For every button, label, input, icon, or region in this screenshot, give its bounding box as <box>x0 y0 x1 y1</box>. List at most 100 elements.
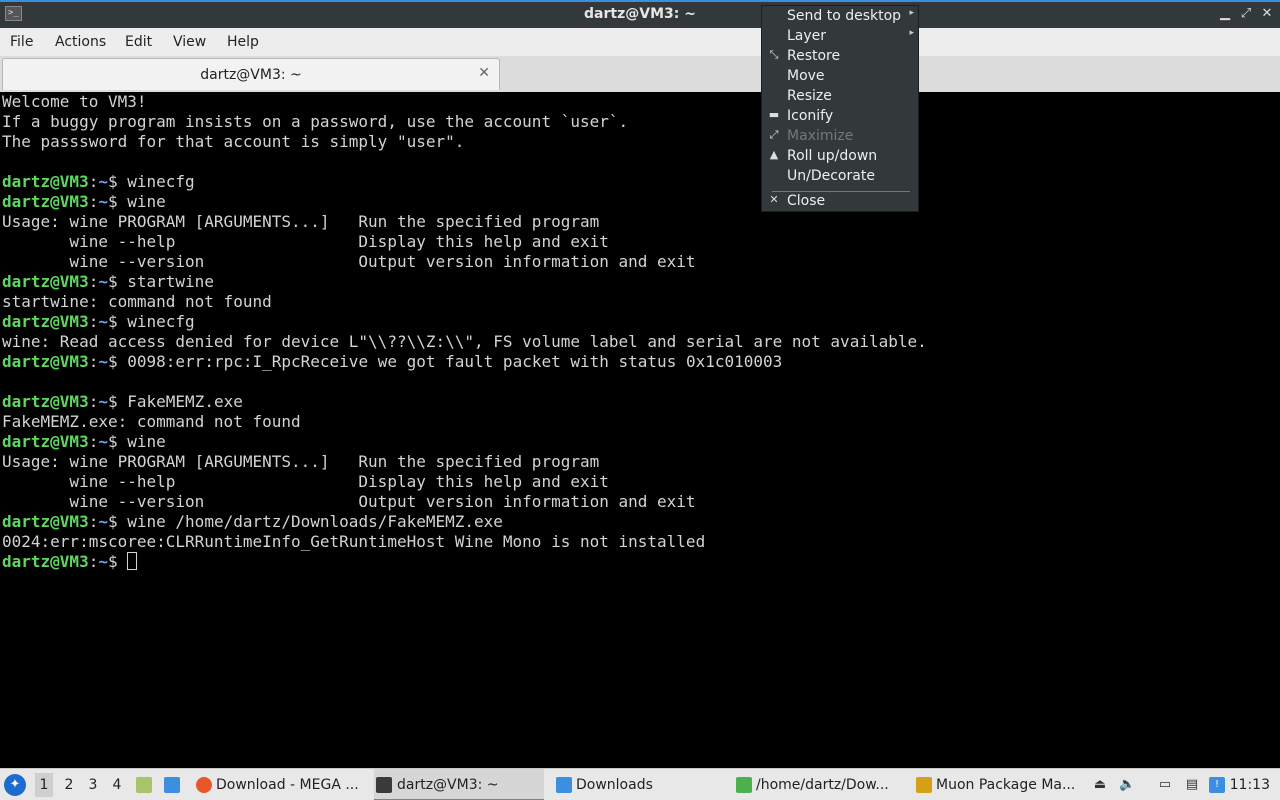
task-firefox[interactable]: Download - MEGA ... <box>196 769 364 800</box>
close-icon: ✕ <box>769 193 779 206</box>
prompt-separator: : <box>88 512 99 531</box>
prompt-separator: : <box>88 312 99 331</box>
prompt-path: ~ <box>98 192 108 211</box>
menu-help[interactable]: Help <box>227 34 259 50</box>
prompt-path: ~ <box>98 272 108 291</box>
prompt-symbol: $ <box>107 392 128 411</box>
output-text: wine --version Output version informatio… <box>2 252 696 271</box>
command-text: FakeMEMZ.exe <box>127 392 243 411</box>
taskbar: ✦ 1 2 3 4 Download - MEGA ... dartz@VM3:… <box>0 768 1280 800</box>
prompt-path: ~ <box>98 352 108 371</box>
prompt-user: dartz@VM3 <box>2 192 89 211</box>
menu-item-label: Layer <box>787 28 827 44</box>
menu-item-label: Restore <box>787 48 841 64</box>
tab-terminal[interactable]: dartz@VM3: ~ ✕ <box>2 58 500 90</box>
minimize-button[interactable]: ▁ <box>1216 5 1234 23</box>
prompt-symbol: $ <box>107 432 128 451</box>
tab-bar: dartz@VM3: ~ ✕ <box>0 56 1280 92</box>
prompt-separator: : <box>88 172 99 191</box>
output-text: Welcome to VM3! <box>2 92 147 111</box>
start-menu-icon[interactable]: ✦ <box>4 774 26 796</box>
terminal-line: Usage: wine PROGRAM [ARGUMENTS...] Run t… <box>2 212 1280 232</box>
prompt-symbol: $ <box>107 172 128 191</box>
terminal-line: wine: Read access denied for device L"\\… <box>2 332 1280 352</box>
prompt-user: dartz@VM3 <box>2 172 89 191</box>
terminal-line: dartz@VM3:~$ FakeMEMZ.exe <box>2 392 1280 412</box>
prompt-path: ~ <box>98 392 108 411</box>
task-file-manager[interactable]: /home/dartz/Dow... <box>736 769 906 800</box>
firefox-icon <box>196 777 212 793</box>
task-label: /home/dartz/Dow... <box>756 777 889 793</box>
menu-item-iconify[interactable]: ▬ Iconify <box>762 107 918 127</box>
menu-item-label: Iconify <box>787 108 834 124</box>
prompt-separator: : <box>88 352 99 371</box>
terminal-output[interactable]: Welcome to VM3! If a buggy program insist… <box>0 92 1280 768</box>
clipboard-icon[interactable]: ▤ <box>1184 777 1200 793</box>
window-titlebar[interactable]: >_ dartz@VM3: ~ ▁ ⤢ ✕ <box>0 0 1280 28</box>
menu-item-un-decorate[interactable]: Un/Decorate <box>762 167 918 187</box>
folder-icon <box>556 777 572 793</box>
prompt-user: dartz@VM3 <box>2 432 89 451</box>
prompt-symbol: $ <box>107 352 128 371</box>
clock[interactable]: 11:13 <box>1230 777 1270 793</box>
prompt-path: ~ <box>98 512 108 531</box>
update-notifier-icon[interactable]: ! <box>1209 777 1225 793</box>
maximize-button[interactable]: ⤢ <box>1237 5 1255 23</box>
prompt-path: ~ <box>98 312 108 331</box>
menu-file[interactable]: File <box>10 34 33 50</box>
menu-item-layer[interactable]: Layer ▸ <box>762 27 918 47</box>
menu-item-label: Close <box>787 193 826 209</box>
task-muon[interactable]: Muon Package Ma... <box>916 769 1076 800</box>
maximize-icon: ⤢ <box>769 128 779 141</box>
output-text: FakeMEMZ.exe: command not found <box>2 412 301 431</box>
terminal-line: startwine: command not found <box>2 292 1280 312</box>
menu-item-restore[interactable]: ⤡ Restore <box>762 47 918 67</box>
command-text: winecfg <box>127 312 195 331</box>
menu-item-move[interactable]: Move <box>762 67 918 87</box>
output-text: wine: Read access denied for device L"\\… <box>2 332 927 351</box>
menu-item-close[interactable]: ✕ Close <box>762 192 918 212</box>
prompt-symbol: $ <box>107 512 128 531</box>
output-text: Usage: wine PROGRAM [ARGUMENTS...] Run t… <box>2 212 600 231</box>
prompt-path: ~ <box>98 172 108 191</box>
terminal-line: Usage: wine PROGRAM [ARGUMENTS...] Run t… <box>2 452 1280 472</box>
close-window-button[interactable]: ✕ <box>1258 5 1276 23</box>
file-manager-launcher-icon[interactable] <box>136 777 152 793</box>
menu-view[interactable]: View <box>173 34 206 50</box>
menu-item-label: Roll up/down <box>787 148 878 164</box>
task-downloads[interactable]: Downloads <box>556 769 726 800</box>
workspace-4[interactable]: 4 <box>108 777 126 793</box>
workspace-3[interactable]: 3 <box>84 777 102 793</box>
menu-item-send-to-desktop[interactable]: Send to desktop ▸ <box>762 7 918 27</box>
tab-close-icon[interactable]: ✕ <box>478 65 490 81</box>
prompt-separator: : <box>88 392 99 411</box>
task-label: Downloads <box>576 777 653 793</box>
eject-icon[interactable]: ⏏ <box>1092 777 1108 793</box>
workspace-1[interactable]: 1 <box>35 773 53 797</box>
window-title: dartz@VM3: ~ <box>584 6 696 22</box>
window-context-menu: Send to desktop ▸ Layer ▸ ⤡ Restore Move Resize… <box>761 5 919 212</box>
menu-item-resize[interactable]: Resize <box>762 87 918 107</box>
menubar: File Actions Edit View Help <box>0 28 1280 56</box>
terminal-line: wine --version Output version informatio… <box>2 492 1280 512</box>
prompt-user: dartz@VM3 <box>2 352 89 371</box>
output-text: Usage: wine PROGRAM [ARGUMENTS...] Run t… <box>2 452 600 471</box>
volume-icon[interactable]: 🔈 <box>1119 777 1135 793</box>
menu-edit[interactable]: Edit <box>125 34 152 50</box>
terminal-line: wine --help Display this help and exit <box>2 232 1280 252</box>
tab-label: dartz@VM3: ~ <box>200 67 302 83</box>
menu-item-roll-up-down[interactable]: ▲ Roll up/down <box>762 147 918 167</box>
prompt-user: dartz@VM3 <box>2 552 89 571</box>
task-label: Muon Package Ma... <box>936 777 1076 793</box>
menu-actions[interactable]: Actions <box>55 34 106 50</box>
terminal-line: 0024:err:mscoree:CLRRuntimeInfo_GetRunti… <box>2 532 1280 552</box>
network-icon[interactable]: ▭ <box>1157 777 1173 793</box>
workspace-2[interactable]: 2 <box>60 777 78 793</box>
prompt-symbol: $ <box>107 272 128 291</box>
task-terminal[interactable]: dartz@VM3: ~ <box>374 769 544 800</box>
prompt-separator: : <box>88 192 99 211</box>
show-desktop-icon[interactable] <box>164 777 180 793</box>
prompt-user: dartz@VM3 <box>2 392 89 411</box>
